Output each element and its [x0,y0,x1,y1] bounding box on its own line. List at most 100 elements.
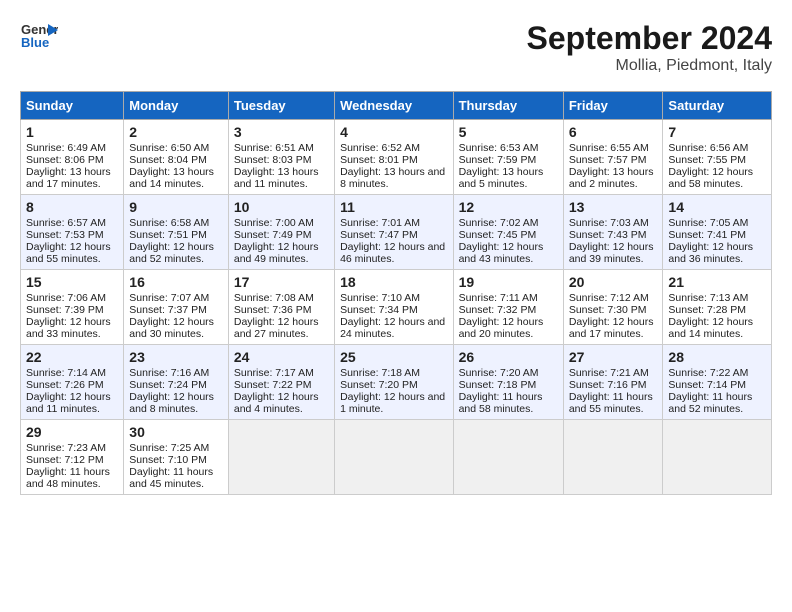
daylight-text: Daylight: 12 hours and 4 minutes. [234,391,319,415]
sunrise-text: Sunrise: 6:50 AM [129,142,209,154]
calendar-cell: 26Sunrise: 7:20 AMSunset: 7:18 PMDayligh… [453,345,563,420]
calendar-cell: 23Sunrise: 7:16 AMSunset: 7:24 PMDayligh… [124,345,229,420]
calendar-cell: 3Sunrise: 6:51 AMSunset: 8:03 PMDaylight… [228,120,334,195]
day-header-sunday: Sunday [21,92,124,120]
day-number: 30 [129,424,223,440]
calendar-cell: 8 Sunrise: 6:57 AMSunset: 7:53 PMDaylight… [21,195,124,270]
daylight-text: Daylight: 11 hours and 55 minutes. [569,391,653,415]
sunrise-text: Sunrise: 6:57 AM [26,217,106,229]
day-number: 4 [340,124,447,140]
title-area: September 2024 Mollia, Piedmont, Italy [527,20,772,75]
calendar-cell: 13Sunrise: 7:03 AMSunset: 7:43 PMDayligh… [563,195,663,270]
sunset-text: Sunset: 7:16 PM [569,379,647,391]
daylight-text: Daylight: 12 hours and 30 minutes. [129,316,214,340]
logo: General Blue [20,20,58,50]
sunrise-text: Sunrise: 6:56 AM [668,142,748,154]
sunrise-text: Sunrise: 7:02 AM [459,217,539,229]
day-number: 20 [569,274,658,290]
daylight-text: Daylight: 12 hours and 39 minutes. [569,241,654,265]
sunset-text: Sunset: 7:20 PM [340,379,418,391]
sunset-text: Sunset: 7:28 PM [668,304,746,316]
daylight-text: Daylight: 11 hours and 58 minutes. [459,391,543,415]
day-number: 22 [26,349,118,365]
calendar-cell: 17Sunrise: 7:08 AMSunset: 7:36 PMDayligh… [228,270,334,345]
calendar-table: SundayMondayTuesdayWednesdayThursdayFrid… [20,91,772,495]
daylight-text: Daylight: 12 hours and 55 minutes. [26,241,111,265]
sunset-text: Sunset: 8:03 PM [234,154,312,166]
sunset-text: Sunset: 7:12 PM [26,454,104,466]
sunrise-text: Sunrise: 6:53 AM [459,142,539,154]
svg-text:Blue: Blue [21,35,49,50]
sunset-text: Sunset: 7:59 PM [459,154,537,166]
day-number: 21 [668,274,766,290]
location-subtitle: Mollia, Piedmont, Italy [527,57,772,75]
calendar-cell [453,420,563,495]
day-number: 13 [569,199,658,215]
sunset-text: Sunset: 7:32 PM [459,304,537,316]
daylight-text: Daylight: 12 hours and 43 minutes. [459,241,544,265]
sunset-text: Sunset: 7:39 PM [26,304,104,316]
calendar-cell: 5 Sunrise: 6:53 AMSunset: 7:59 PMDaylight… [453,120,563,195]
daylight-text: Daylight: 11 hours and 48 minutes. [26,466,110,490]
sunrise-text: Sunrise: 7:16 AM [129,367,209,379]
sunset-text: Sunset: 7:26 PM [26,379,104,391]
calendar-cell [563,420,663,495]
calendar-cell [663,420,772,495]
day-header-friday: Friday [563,92,663,120]
day-number: 5 [459,124,558,140]
daylight-text: Daylight: 12 hours and 17 minutes. [569,316,654,340]
sunset-text: Sunset: 7:45 PM [459,229,537,241]
sunrise-text: Sunrise: 7:11 AM [459,292,538,304]
sunset-text: Sunset: 7:22 PM [234,379,312,391]
calendar-cell: 7Sunrise: 6:56 AMSunset: 7:55 PMDaylight… [663,120,772,195]
day-header-wednesday: Wednesday [335,92,453,120]
day-number: 14 [668,199,766,215]
calendar-cell: 29Sunrise: 7:23 AMSunset: 7:12 PMDayligh… [21,420,124,495]
day-number: 7 [668,124,766,140]
day-number: 12 [459,199,558,215]
sunrise-text: Sunrise: 7:07 AM [129,292,209,304]
calendar-cell: 27 Sunrise: 7:21 AMSunset: 7:16 PMDayligh… [563,345,663,420]
sunrise-text: Sunrise: 6:51 AM [234,142,314,154]
day-number: 6 [569,124,658,140]
daylight-text: Daylight: 13 hours and 5 minutes. [459,166,544,190]
daylight-text: Daylight: 12 hours and 11 minutes. [26,391,111,415]
sunrise-text: Sunrise: 7:13 AM [668,292,748,304]
day-number: 18 [340,274,447,290]
calendar-cell: 18Sunrise: 7:10 AMSunset: 7:34 PMDayligh… [335,270,453,345]
calendar-cell: 1Sunrise: 6:49 AMSunset: 8:06 PMDaylight… [21,120,124,195]
day-number: 24 [234,349,329,365]
daylight-text: Daylight: 13 hours and 14 minutes. [129,166,214,190]
day-header-thursday: Thursday [453,92,563,120]
sunrise-text: Sunrise: 7:08 AM [234,292,314,304]
calendar-cell: 6Sunrise: 6:55 AMSunset: 7:57 PMDaylight… [563,120,663,195]
sunrise-text: Sunrise: 7:21 AM [569,367,649,379]
sunset-text: Sunset: 7:10 PM [129,454,207,466]
calendar-cell: 12 Sunrise: 7:02 AMSunset: 7:45 PMDayligh… [453,195,563,270]
sunset-text: Sunset: 7:24 PM [129,379,207,391]
calendar-cell: 28Sunrise: 7:22 AMSunset: 7:14 PMDayligh… [663,345,772,420]
day-number: 27 [569,349,658,365]
calendar-cell: 20 Sunrise: 7:12 AMSunset: 7:30 PMDayligh… [563,270,663,345]
sunset-text: Sunset: 7:53 PM [26,229,104,241]
daylight-text: Daylight: 12 hours and 33 minutes. [26,316,111,340]
day-header-monday: Monday [124,92,229,120]
sunset-text: Sunset: 7:34 PM [340,304,418,316]
sunrise-text: Sunrise: 7:01 AM [340,217,420,229]
calendar-cell: 10Sunrise: 7:00 AMSunset: 7:49 PMDayligh… [228,195,334,270]
sunrise-text: Sunrise: 7:10 AM [340,292,420,304]
sunrise-text: Sunrise: 6:55 AM [569,142,649,154]
day-number: 8 [26,199,118,215]
sunset-text: Sunset: 7:30 PM [569,304,647,316]
sunrise-text: Sunrise: 7:12 AM [569,292,649,304]
sunrise-text: Sunrise: 7:20 AM [459,367,539,379]
calendar-cell: 25Sunrise: 7:18 AMSunset: 7:20 PMDayligh… [335,345,453,420]
day-header-tuesday: Tuesday [228,92,334,120]
calendar-week-row: 1Sunrise: 6:49 AMSunset: 8:06 PMDaylight… [21,120,772,195]
daylight-text: Daylight: 12 hours and 49 minutes. [234,241,319,265]
daylight-text: Daylight: 13 hours and 2 minutes. [569,166,654,190]
day-number: 2 [129,124,223,140]
day-number: 23 [129,349,223,365]
calendar-cell: 14Sunrise: 7:05 AMSunset: 7:41 PMDayligh… [663,195,772,270]
calendar-cell [228,420,334,495]
